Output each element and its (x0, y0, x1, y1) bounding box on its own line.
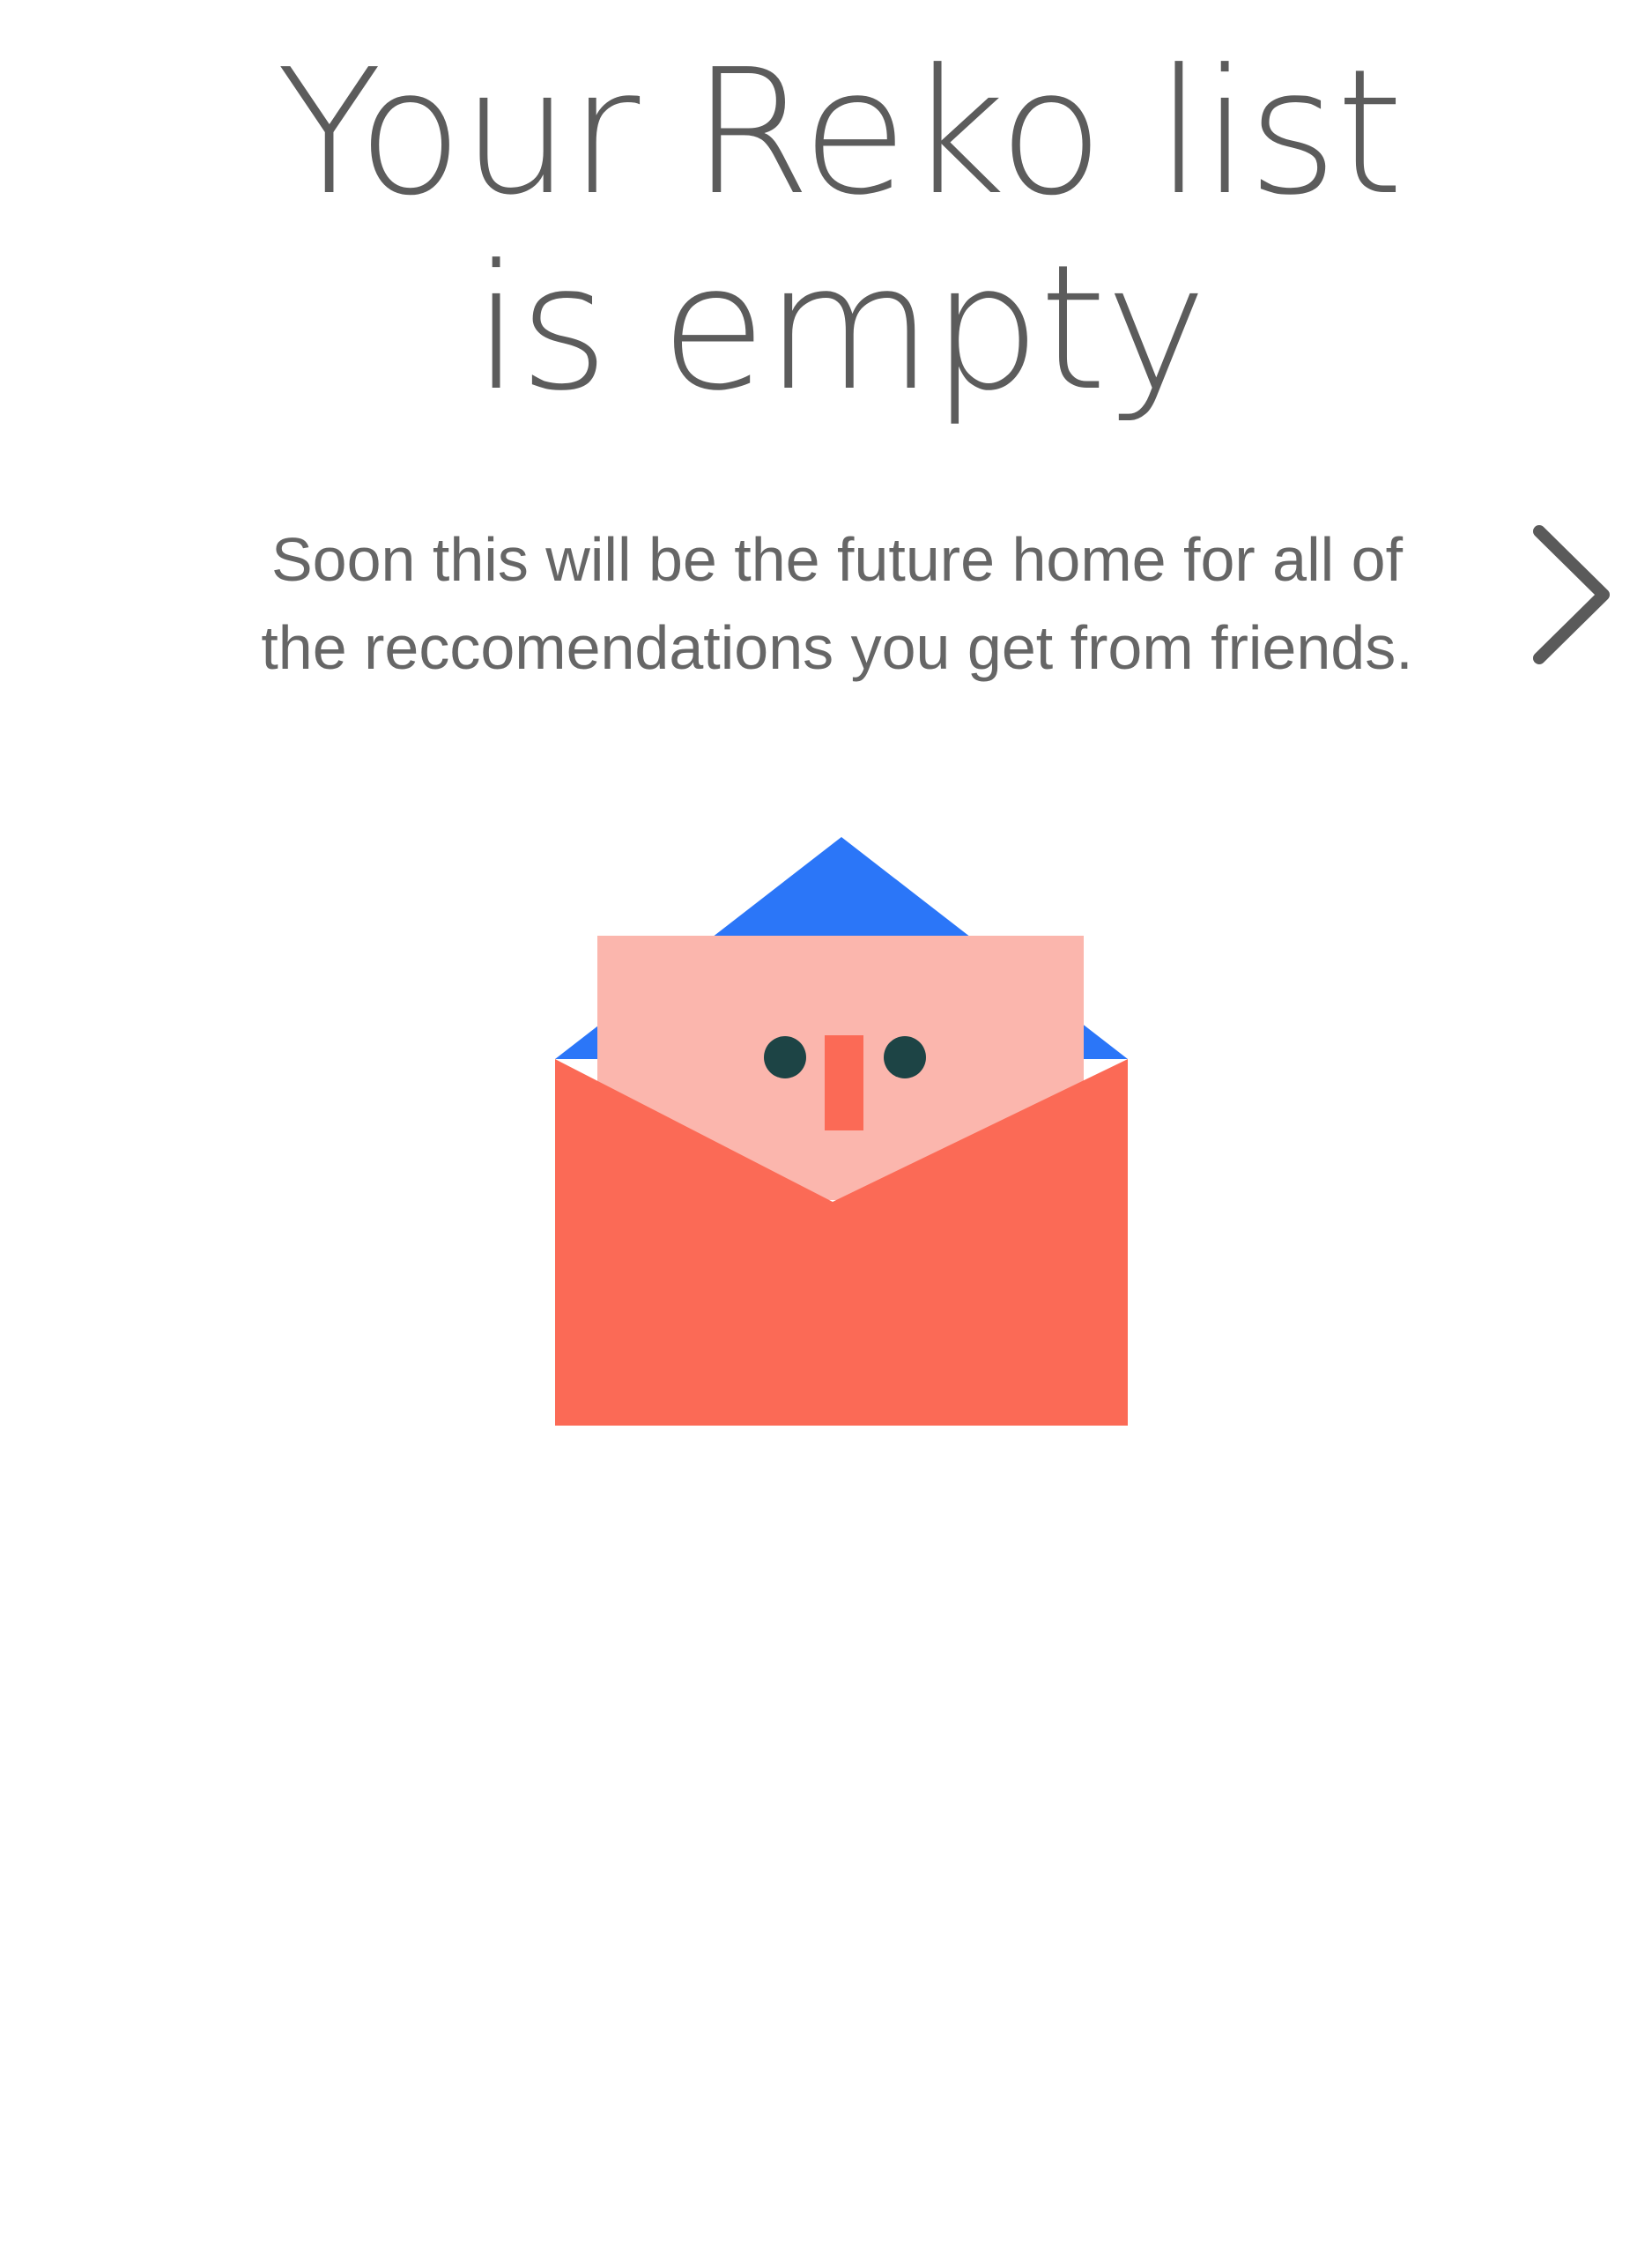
face-left-eye (764, 1036, 806, 1078)
title-line-2: is empty (472, 228, 1208, 429)
face-right-eye (884, 1036, 926, 1078)
description-line-1: Soon this will be the future home for al… (270, 525, 1404, 594)
empty-state-title: Your Reko list is empty (0, 35, 1652, 426)
face-nose (825, 1035, 863, 1130)
title-line-1: Your Reko list (276, 33, 1404, 233)
envelope-illustration (555, 837, 1128, 1436)
envelope-letter-face-illustration (555, 837, 1128, 1426)
empty-state-description: Soon this will be the future home for al… (211, 515, 1463, 692)
chevron-right-icon (1533, 525, 1610, 664)
next-button[interactable] (1520, 520, 1626, 670)
description-line-2: the reccomendations you get from friends… (261, 613, 1413, 682)
